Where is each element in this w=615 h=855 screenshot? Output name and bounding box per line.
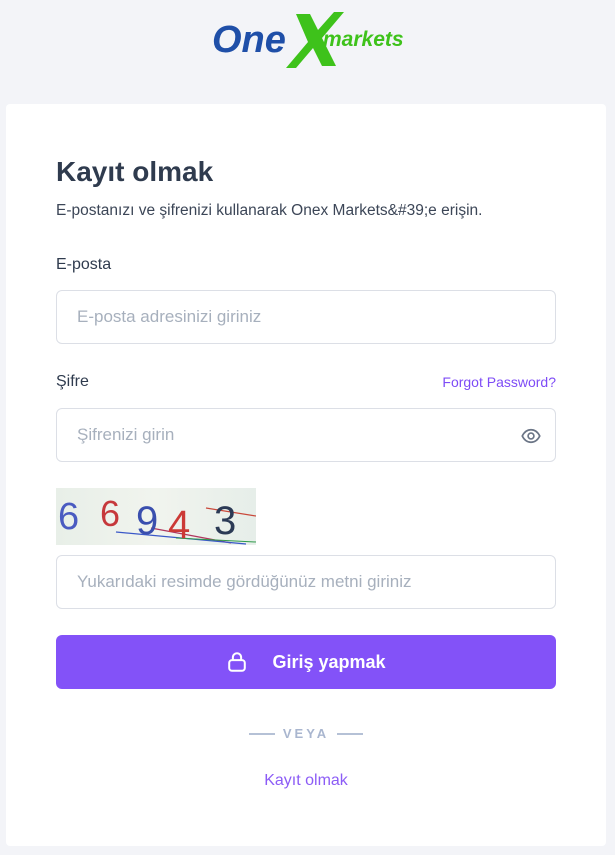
logo-one-text: One <box>212 19 286 61</box>
lock-icon <box>228 652 247 672</box>
svg-text:3: 3 <box>214 499 236 543</box>
svg-text:6: 6 <box>100 493 120 534</box>
captcha-input[interactable] <box>77 556 535 608</box>
email-field-wrapper <box>56 290 556 344</box>
email-label: E-posta <box>56 256 112 273</box>
svg-text:4: 4 <box>168 503 190 545</box>
page-title: Kayıt olmak <box>56 156 214 187</box>
page-subtitle: E-postanızı ve şifrenizi kullanarak Onex… <box>56 202 483 219</box>
register-link[interactable]: Kayıt olmak <box>6 772 606 790</box>
divider-label: VEYA <box>282 726 330 741</box>
divider-line-right <box>337 732 364 735</box>
eye-icon[interactable] <box>521 426 541 446</box>
onex-logo-icon: One markets <box>212 12 404 68</box>
logo-markets-text: markets <box>323 28 404 51</box>
password-field-wrapper <box>56 408 556 462</box>
forgot-password-link[interactable]: Forgot Password? <box>442 374 556 390</box>
login-button[interactable]: Giriş yapmak <box>56 635 556 689</box>
svg-text:6: 6 <box>58 496 79 538</box>
divider-line-left <box>248 732 275 735</box>
login-card: Kayıt olmak E-postanızı ve şifrenizi kul… <box>6 104 606 846</box>
or-divider: VEYA <box>6 726 606 741</box>
email-input[interactable] <box>77 291 535 343</box>
password-label: Şifre <box>56 373 89 390</box>
password-input[interactable] <box>77 409 535 461</box>
captcha-image: 6 6 9 4 3 <box>56 488 257 547</box>
svg-text:9: 9 <box>136 499 158 543</box>
captcha-field-wrapper <box>56 555 556 609</box>
brand-logo: One markets <box>0 8 615 74</box>
login-button-label: Giriş yapmak <box>272 651 386 672</box>
